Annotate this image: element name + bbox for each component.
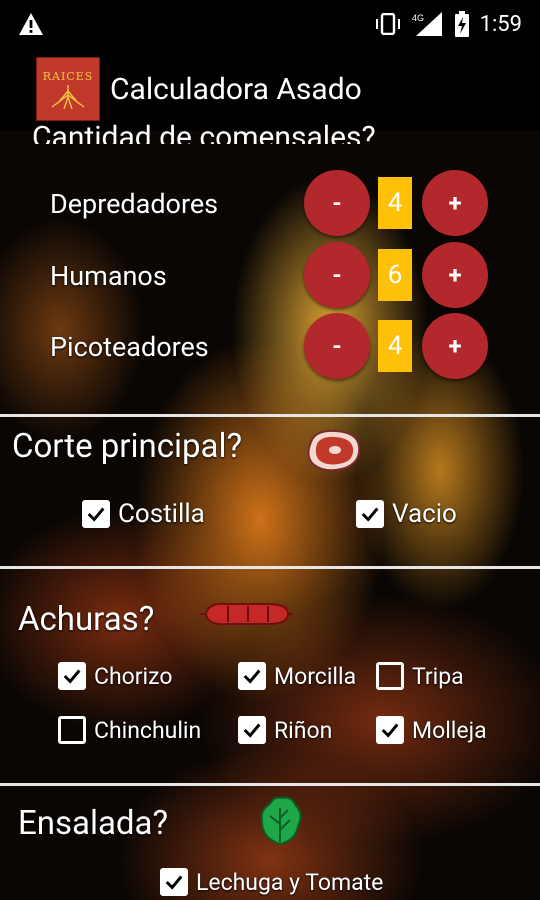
section-divider <box>0 414 540 417</box>
checkbox-checked[interactable] <box>82 500 110 528</box>
salad-title: Ensalada? <box>18 804 169 843</box>
option-molleja[interactable]: Molleja <box>376 716 487 744</box>
checkbox-checked[interactable] <box>238 716 266 744</box>
option-label: Costilla <box>118 499 205 529</box>
roots-icon <box>51 84 85 109</box>
checkbox-unchecked[interactable] <box>376 662 404 690</box>
clock: 1:59 <box>479 11 522 37</box>
checkbox-checked[interactable] <box>376 716 404 744</box>
app-logo: RAICES <box>36 57 100 121</box>
battery-icon <box>454 11 469 37</box>
option-label: Morcilla <box>274 662 357 690</box>
diner-count: 6 <box>378 249 412 301</box>
decrement-button[interactable]: - <box>304 242 370 308</box>
steak-icon <box>307 429 361 472</box>
option-morcilla[interactable]: Morcilla <box>238 662 356 690</box>
option-label: Chinchulin <box>94 716 202 744</box>
sausage-icon <box>200 602 293 626</box>
network-type-label: 4G <box>412 13 424 23</box>
diner-count: 4 <box>378 320 412 372</box>
option-chinchulin[interactable]: Chinchulin <box>58 716 201 744</box>
signal-icon: 4G <box>412 12 442 36</box>
option-rinon[interactable]: Riñon <box>238 716 332 744</box>
diner-count: 4 <box>378 177 412 229</box>
diner-label: Depredadores <box>50 188 219 220</box>
checkbox-checked[interactable] <box>356 500 384 528</box>
status-bar: 4G 1:59 <box>0 0 540 48</box>
offal-title: Achuras? <box>18 600 155 639</box>
main-cut-title: Corte principal? <box>12 427 243 466</box>
option-label: Lechuga y Tomate <box>196 868 384 896</box>
option-vacio[interactable]: Vacio <box>356 499 457 529</box>
increment-button[interactable]: + <box>422 170 488 236</box>
app-title: Calculadora Asado <box>110 71 362 107</box>
checkbox-checked[interactable] <box>58 662 86 690</box>
option-costilla[interactable]: Costilla <box>82 499 205 529</box>
increment-button[interactable]: + <box>422 313 488 379</box>
option-chorizo[interactable]: Chorizo <box>58 662 173 690</box>
diners-section-title: Cantidad de comensales? <box>32 120 376 144</box>
diner-row-humanos: Humanos - 6 + <box>0 242 540 308</box>
checkbox-checked[interactable] <box>160 868 188 896</box>
diner-row-picoteadores: Picoteadores - 4 + <box>0 313 540 379</box>
option-lechuga-tomate[interactable]: Lechuga y Tomate <box>160 868 383 896</box>
section-divider <box>0 566 540 569</box>
option-label: Vacio <box>392 499 457 529</box>
lettuce-icon <box>260 796 302 846</box>
status-icons: 4G 1:59 <box>374 11 522 37</box>
diner-label: Picoteadores <box>50 331 209 363</box>
decrement-button[interactable]: - <box>304 170 370 236</box>
warning-icon <box>19 13 43 35</box>
option-label: Chorizo <box>94 662 173 690</box>
diner-label: Humanos <box>50 260 167 292</box>
option-label: Riñon <box>274 716 333 744</box>
option-label: Molleja <box>412 716 487 744</box>
section-divider <box>0 783 540 786</box>
option-tripa[interactable]: Tripa <box>376 662 464 690</box>
checkbox-checked[interactable] <box>238 662 266 690</box>
diner-row-depredadores: Depredadores - 4 + <box>0 170 540 236</box>
checkbox-unchecked[interactable] <box>58 716 86 744</box>
decrement-button[interactable]: - <box>304 313 370 379</box>
vibrate-icon <box>375 13 400 35</box>
logo-text: RAICES <box>42 69 94 83</box>
increment-button[interactable]: + <box>422 242 488 308</box>
option-label: Tripa <box>412 662 464 690</box>
